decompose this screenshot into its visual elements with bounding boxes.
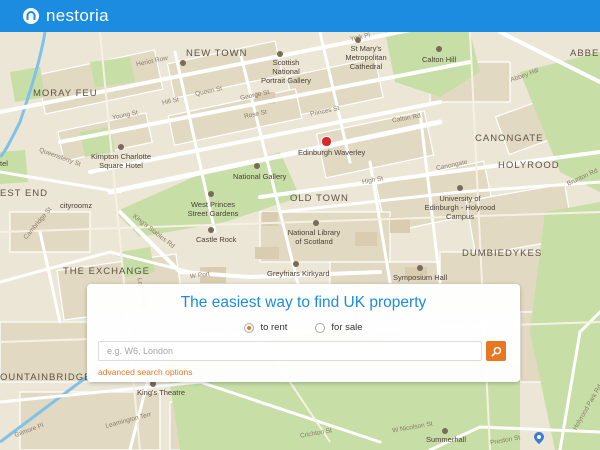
tree-icon[interactable] — [208, 191, 214, 197]
place-label: Symposium Hall — [393, 273, 448, 282]
district-label: HOLYROOD — [498, 160, 560, 171]
advanced-search-link[interactable]: advanced search options — [98, 367, 193, 377]
place-label: Calton Hill — [422, 55, 457, 64]
radio-indicator[interactable] — [315, 322, 326, 333]
cemetery-icon[interactable] — [293, 261, 299, 267]
search-panel: The easiest way to find UK property to r… — [87, 284, 520, 382]
listing-type-radios: to rent for sale — [87, 322, 520, 333]
museum-icon[interactable] — [254, 163, 260, 169]
radio-label: for sale — [331, 322, 363, 333]
top-bar: nestoria — [0, 0, 600, 32]
map[interactable]: NEW TOWN MORAY FEU CANONGATE HOLYROOD AB… — [0, 32, 600, 450]
place-label: National Gallery — [233, 172, 287, 181]
place-label: Kimpton Charlotte Square Hotel — [90, 152, 152, 170]
radio-to-rent[interactable]: to rent — [244, 322, 287, 333]
radio-label: to rent — [260, 322, 288, 333]
landmark-icon[interactable] — [208, 227, 214, 233]
logo-text[interactable]: nestoria — [46, 6, 109, 26]
district-label: THE EXCHANGE — [63, 266, 150, 277]
place-label: Summerhall — [426, 435, 467, 444]
place-label: Greyfriars Kirkyard — [267, 269, 330, 278]
place-label: Castle Rock — [196, 235, 237, 244]
library-icon[interactable] — [313, 220, 319, 226]
church-icon[interactable] — [355, 37, 361, 43]
district-label: CANONGATE — [475, 133, 544, 144]
building-icon[interactable] — [180, 60, 186, 66]
search-icon — [491, 346, 501, 356]
radio-for-sale[interactable]: for sale — [315, 322, 363, 333]
location-pin-icon[interactable] — [532, 431, 546, 445]
district-label: EST END — [0, 188, 49, 199]
place-label: St Mary's Metropolitan Cathedral — [345, 44, 387, 71]
house-arch-icon[interactable] — [22, 7, 40, 25]
place-label: cityroomz — [60, 201, 93, 210]
search-button[interactable] — [486, 341, 506, 361]
district-label: NEW TOWN — [186, 48, 248, 59]
place-label: West Princes Street Gardens — [187, 200, 239, 218]
place-label: Edinburgh Waverley — [298, 148, 366, 157]
museum-icon[interactable] — [277, 51, 283, 57]
building-icon[interactable] — [442, 428, 448, 434]
place-label: tel — [0, 159, 8, 168]
radio-indicator[interactable] — [244, 322, 255, 333]
place-label: King's Theatre — [137, 388, 185, 397]
place-label: Scottish National Portrait Gallery — [260, 58, 311, 85]
location-search-input[interactable] — [98, 341, 482, 361]
place-label: University of Edinburgh - Holyrood Campu… — [424, 194, 496, 221]
district-label: DUMBIEDYKES — [462, 248, 543, 259]
district-label: OUNTAINBRIDGE — [0, 372, 92, 383]
train-station-icon[interactable] — [321, 136, 332, 147]
place-label: National Library of Scotland — [287, 228, 341, 246]
district-label: MORAY FEU — [33, 88, 98, 99]
district-label: OLD TOWN — [290, 193, 349, 204]
building-icon[interactable] — [417, 265, 423, 271]
university-icon[interactable] — [457, 185, 463, 191]
search-title: The easiest way to find UK property — [180, 294, 427, 311]
monument-icon[interactable] — [436, 46, 442, 52]
district-label: ABBE — [570, 48, 600, 59]
hotel-icon[interactable] — [118, 144, 124, 150]
